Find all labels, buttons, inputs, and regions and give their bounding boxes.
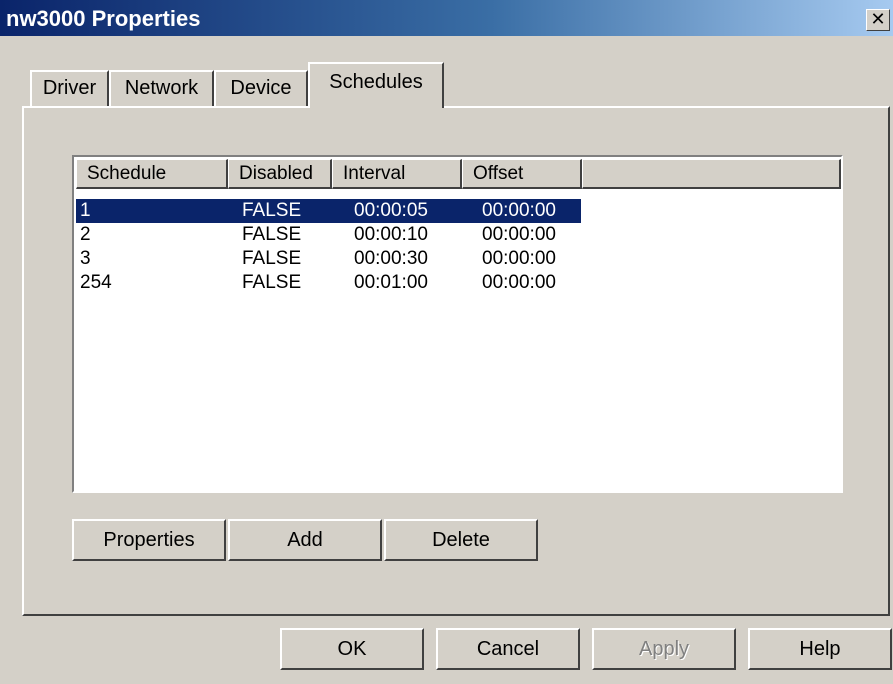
column-header-offset-label: Offset bbox=[473, 163, 524, 184]
properties-button[interactable]: Properties bbox=[72, 519, 226, 561]
column-header-interval[interactable]: Interval bbox=[332, 159, 462, 189]
cell-disabled: FALSE bbox=[242, 272, 302, 293]
table-row[interactable]: 2 FALSE 00:00:10 00:00:00 bbox=[76, 223, 581, 247]
cell-disabled: FALSE bbox=[242, 248, 302, 269]
cancel-button[interactable]: Cancel bbox=[436, 628, 580, 670]
cell-schedule: 254 bbox=[80, 272, 112, 293]
cell-disabled: FALSE bbox=[242, 200, 302, 221]
add-button[interactable]: Add bbox=[228, 519, 382, 561]
close-button[interactable]: ✕ bbox=[866, 9, 890, 31]
properties-dialog: nw3000 Properties ✕ Driver Network Devic… bbox=[0, 0, 893, 684]
add-button-label: Add bbox=[287, 529, 323, 551]
table-row[interactable]: 254 FALSE 00:01:00 00:00:00 bbox=[76, 271, 581, 295]
window-title: nw3000 Properties bbox=[6, 6, 201, 31]
apply-button[interactable]: Apply bbox=[592, 628, 736, 670]
column-header-schedule[interactable]: Schedule bbox=[76, 159, 228, 189]
cell-interval: 00:01:00 bbox=[354, 272, 428, 293]
help-button-label: Help bbox=[799, 638, 841, 660]
table-row[interactable]: 1 FALSE 00:00:05 00:00:00 bbox=[76, 199, 581, 223]
column-header-disabled[interactable]: Disabled bbox=[228, 159, 332, 189]
ok-button-label: OK bbox=[337, 638, 367, 660]
tab-device-label: Device bbox=[230, 77, 292, 99]
cell-interval: 00:00:05 bbox=[354, 200, 428, 221]
column-header-filler bbox=[582, 159, 841, 189]
apply-button-label: Apply bbox=[638, 638, 690, 660]
delete-button-label: Delete bbox=[432, 529, 490, 551]
tab-schedules-label: Schedules bbox=[329, 71, 423, 93]
delete-button[interactable]: Delete bbox=[384, 519, 538, 561]
ok-button[interactable]: OK bbox=[280, 628, 424, 670]
title-bar[interactable]: nw3000 Properties ✕ bbox=[0, 0, 893, 36]
tab-network[interactable]: Network bbox=[109, 70, 214, 106]
table-row[interactable]: 3 FALSE 00:00:30 00:00:00 bbox=[76, 247, 581, 271]
tab-driver-label: Driver bbox=[42, 77, 97, 99]
close-icon: ✕ bbox=[870, 9, 886, 29]
cell-offset: 00:00:00 bbox=[482, 248, 556, 269]
cell-offset: 00:00:00 bbox=[482, 200, 556, 221]
cell-offset: 00:00:00 bbox=[482, 272, 556, 293]
column-header-interval-label: Interval bbox=[343, 163, 406, 184]
cell-schedule: 3 bbox=[80, 248, 91, 269]
column-header-disabled-label: Disabled bbox=[239, 163, 313, 184]
help-button[interactable]: Help bbox=[748, 628, 892, 670]
column-header-schedule-label: Schedule bbox=[87, 163, 167, 184]
properties-button-label: Properties bbox=[103, 529, 195, 551]
tab-network-label: Network bbox=[124, 77, 199, 99]
tab-driver[interactable]: Driver bbox=[30, 70, 109, 106]
cell-interval: 00:00:30 bbox=[354, 248, 428, 269]
column-header-offset[interactable]: Offset bbox=[462, 159, 582, 189]
tab-device[interactable]: Device bbox=[214, 70, 308, 106]
schedule-list[interactable]: Schedule Disabled Interval Offset 1 FALS… bbox=[72, 155, 843, 493]
cell-schedule: 2 bbox=[80, 224, 91, 245]
cancel-button-label: Cancel bbox=[476, 638, 540, 660]
cell-schedule: 1 bbox=[80, 200, 91, 221]
cell-disabled: FALSE bbox=[242, 224, 302, 245]
cell-interval: 00:00:10 bbox=[354, 224, 428, 245]
cell-offset: 00:00:00 bbox=[482, 224, 556, 245]
tab-schedules[interactable]: Schedules bbox=[308, 62, 444, 108]
